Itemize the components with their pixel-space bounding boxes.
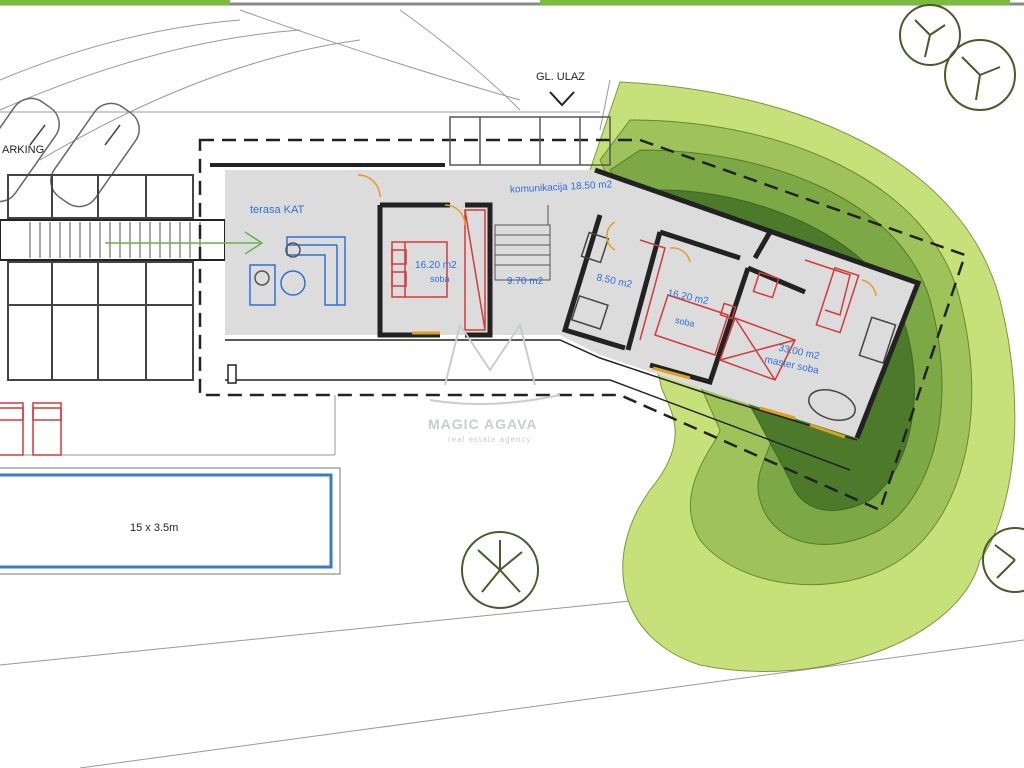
chevron-down-icon: [549, 91, 575, 107]
terrace-label: terasa KAT: [250, 204, 305, 216]
sun-loungers: [0, 402, 62, 456]
pool: [0, 467, 341, 575]
watermark-logo: [429, 322, 561, 405]
stair-area-label: 9.70 m2: [507, 276, 544, 287]
watermark-subtitle: real estate agency: [448, 435, 532, 444]
room1-name-label: soba: [430, 274, 450, 284]
floor-plan: [0, 0, 1024, 768]
parking-label: ARKING: [2, 144, 45, 156]
pergola: [0, 174, 226, 381]
entrance-label: GL. ULAZ: [536, 71, 585, 83]
header-strip: [0, 0, 1024, 6]
watermark-name: MAGIC AGAVA: [428, 416, 538, 432]
pool-size-label: 15 x 3.5m: [130, 522, 179, 534]
room1-area-label: 16.20 m2: [415, 260, 457, 271]
